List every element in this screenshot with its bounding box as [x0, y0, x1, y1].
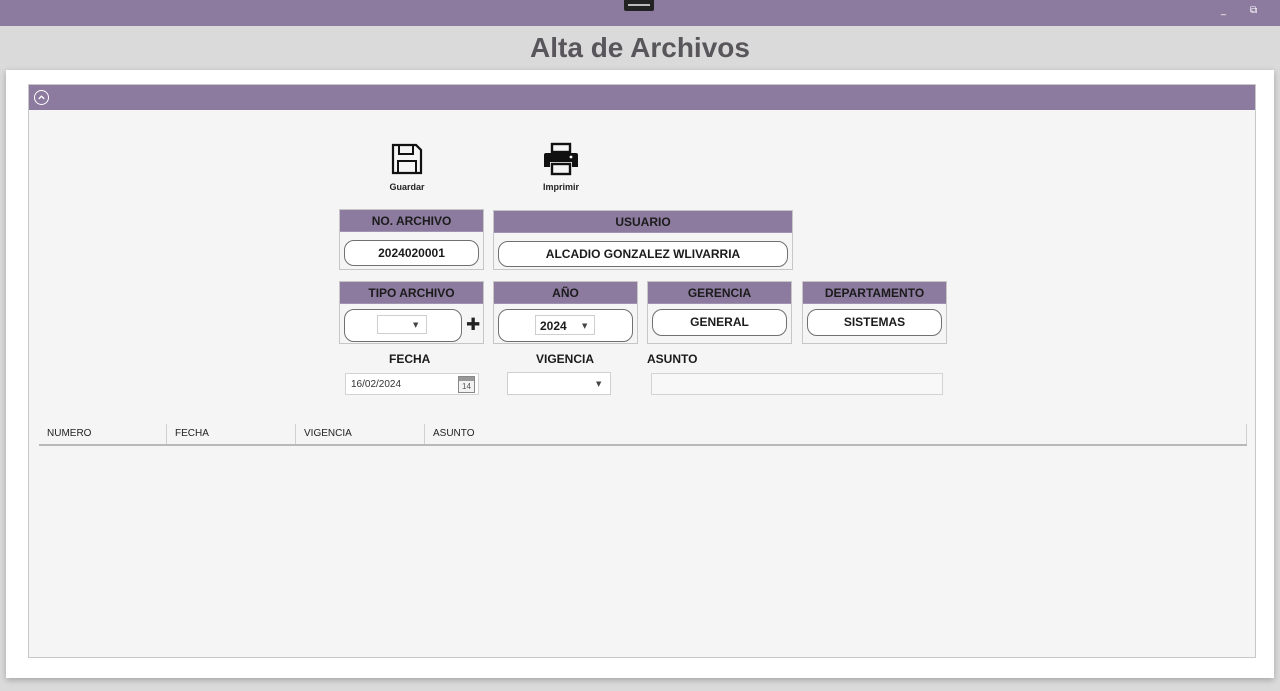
no-archivo-field: NO. ARCHIVO 2024020001	[339, 209, 484, 270]
departamento-field: DEPARTAMENTO SISTEMAS	[802, 281, 947, 344]
anio-frame: 2024 ▼	[498, 309, 633, 342]
no-archivo-value: 2024020001	[344, 240, 479, 266]
anio-label: AÑO	[494, 282, 637, 304]
printer-icon	[544, 142, 578, 176]
anio-value: 2024	[540, 319, 567, 333]
fecha-label: FECHA	[389, 352, 431, 366]
departamento-value: SISTEMAS	[807, 309, 942, 336]
minimize-button[interactable]: _	[1221, 5, 1226, 16]
vigencia-label: VIGENCIA	[536, 352, 595, 366]
usuario-value: ALCADIO GONZALEZ WLIVARRIA	[498, 241, 788, 267]
anio-select[interactable]: 2024 ▼	[535, 315, 595, 335]
chevron-down-icon: ▼	[582, 322, 588, 330]
calendar-day: 14	[462, 382, 471, 391]
asunto-input[interactable]	[651, 373, 943, 395]
column-header-fecha[interactable]: FECHA	[167, 424, 296, 444]
tipo-archivo-select[interactable]: ▼	[377, 315, 427, 334]
departamento-label: DEPARTAMENTO	[803, 282, 946, 304]
panel-header	[29, 85, 1255, 110]
page-title: Alta de Archivos	[530, 32, 750, 63]
usuario-field: USUARIO ALCADIO GONZALEZ WLIVARRIA	[493, 210, 793, 270]
column-header-vigencia[interactable]: VIGENCIA	[296, 424, 425, 444]
chevron-down-icon: ▼	[413, 321, 419, 329]
usuario-label: USUARIO	[494, 211, 792, 233]
column-header-asunto[interactable]: ASUNTO	[425, 424, 1247, 444]
floppy-disk-icon	[391, 143, 423, 175]
no-archivo-label: NO. ARCHIVO	[340, 210, 483, 232]
fecha-input[interactable]: 16/02/2024 14	[345, 373, 479, 395]
tipo-archivo-label: TIPO ARCHIVO	[340, 282, 483, 304]
print-label: Imprimir	[542, 182, 579, 192]
chevron-down-icon: ▼	[596, 380, 602, 388]
tipo-archivo-frame: ▼	[344, 309, 462, 342]
vigencia-select[interactable]: ▼	[507, 372, 611, 395]
column-header-numero[interactable]: NUMERO	[39, 424, 167, 444]
form-panel: Guardar Imprimir NO. ARCHIVO 2024020001 …	[28, 84, 1256, 658]
print-button[interactable]: Imprimir	[535, 142, 587, 192]
restore-button[interactable]: ⧉	[1250, 5, 1257, 16]
chevron-up-circle-icon[interactable]	[34, 90, 49, 105]
gerencia-label: GERENCIA	[648, 282, 791, 304]
plus-icon[interactable]: ✚	[466, 315, 480, 335]
archivos-grid: NUMERO FECHA VIGENCIA ASUNTO	[39, 424, 1247, 446]
save-label: Guardar	[389, 182, 425, 192]
gerencia-field: GERENCIA GENERAL	[647, 281, 792, 344]
form-container: Guardar Imprimir NO. ARCHIVO 2024020001 …	[6, 70, 1274, 678]
anio-field: AÑO 2024 ▼	[493, 281, 638, 344]
gerencia-value: GENERAL	[652, 309, 787, 336]
calendar-icon[interactable]: 14	[458, 376, 475, 393]
drag-handle[interactable]	[624, 0, 654, 11]
fecha-value: 16/02/2024	[351, 379, 402, 390]
tipo-archivo-field: TIPO ARCHIVO ▼ ✚	[339, 281, 484, 344]
save-button[interactable]: Guardar	[381, 142, 433, 192]
asunto-label: ASUNTO	[647, 352, 698, 366]
window-titlebar: _ ⧉	[0, 0, 1280, 26]
